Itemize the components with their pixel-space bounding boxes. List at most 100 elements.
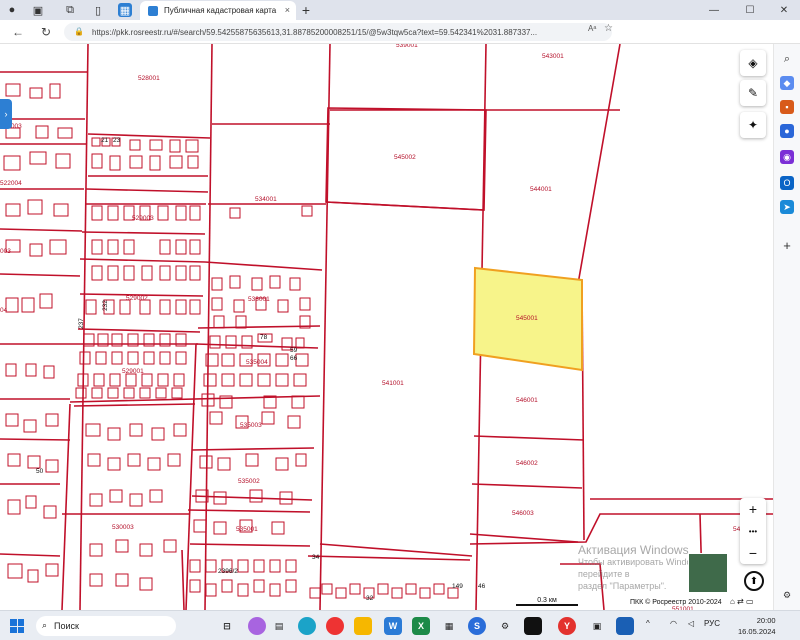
- scale-label: 0.3 км: [537, 597, 557, 604]
- parcel-label[interactable]: 533001: [248, 296, 270, 303]
- parcel-label[interactable]: 546001: [516, 397, 538, 404]
- parcel-label[interactable]: 544001: [530, 186, 552, 193]
- settings-app-icon[interactable]: ⚙: [496, 617, 514, 635]
- parcel-label[interactable]: 522004: [0, 180, 22, 187]
- settings-icon[interactable]: ⚙: [780, 588, 794, 602]
- home-icon[interactable]: ⌂ ⇄ ▭: [730, 597, 754, 606]
- copilot-icon[interactable]: ◆: [780, 76, 794, 90]
- parcel-label[interactable]: 541001: [382, 380, 404, 387]
- search-icon: ⌕: [42, 620, 48, 630]
- browser-navbar: ← ↻ 🔒 https://pkk.rosreestr.ru/#/search/…: [0, 20, 800, 44]
- lot-label: 78: [260, 334, 268, 341]
- ruler-icon[interactable]: ✎: [740, 80, 766, 106]
- zoom-control: + ••• −: [740, 498, 766, 564]
- explorer-app-icon[interactable]: [354, 617, 372, 635]
- close-window-button[interactable]: ✕: [770, 0, 798, 20]
- excel-app-icon[interactable]: X: [412, 617, 430, 635]
- lot-label: 34: [312, 554, 320, 561]
- task-view-icon[interactable]: ⊟: [218, 617, 236, 635]
- parcel-label[interactable]: 546002: [516, 460, 538, 467]
- wifi-icon[interactable]: ◠: [670, 619, 677, 628]
- app-icon[interactable]: ▤: [270, 617, 288, 635]
- add-sidebar-icon[interactable]: +: [780, 238, 794, 253]
- copyright-text: ПКК © Росреестр 2010-2024: [630, 599, 722, 606]
- collections-icon[interactable]: ⧉: [62, 2, 78, 18]
- yandex-app-icon[interactable]: Y: [558, 617, 576, 635]
- skype-app-icon[interactable]: S: [468, 617, 486, 635]
- zoom-out-button[interactable]: −: [740, 542, 766, 564]
- tray-arrow-icon[interactable]: ^: [646, 619, 650, 628]
- terminal-app-icon[interactable]: [524, 617, 542, 635]
- copilot-app-icon[interactable]: [248, 617, 266, 635]
- parcel-label[interactable]: 535003: [240, 422, 262, 429]
- taskbar-lang[interactable]: РУС: [704, 619, 720, 628]
- app-icon[interactable]: ▦: [440, 617, 458, 635]
- side-panel-toggle[interactable]: ›: [0, 99, 12, 129]
- parcel-label[interactable]: 545001: [516, 315, 538, 322]
- windows-start-icon[interactable]: [10, 619, 24, 633]
- favorite-star-icon[interactable]: ☆: [604, 23, 613, 34]
- minimize-button[interactable]: —: [700, 0, 728, 20]
- address-bar[interactable]: 🔒 https://pkk.rosreestr.ru/#/search/59.5…: [64, 23, 612, 41]
- parcel-label[interactable]: 04: [0, 307, 7, 314]
- satellite-minimap[interactable]: [688, 553, 728, 593]
- profile-icon[interactable]: ●: [4, 2, 20, 18]
- volume-icon[interactable]: ◁: [688, 619, 694, 628]
- parcel-label[interactable]: 529003: [132, 215, 154, 222]
- refresh-button[interactable]: ↻: [38, 24, 54, 40]
- lot-label: 46: [478, 583, 486, 590]
- taskbar-clock[interactable]: 20:00 16.05.2024: [738, 615, 776, 637]
- parcel-label[interactable]: 543001: [542, 53, 564, 60]
- send-icon[interactable]: ➤: [780, 200, 794, 214]
- cadastral-map[interactable]: 539001 543001 528001 545002 544001 53400…: [0, 44, 773, 610]
- read-aloud-icon[interactable]: Aᵃ: [588, 24, 596, 33]
- tab-active[interactable]: Публичная кадастровая карта ×: [140, 1, 296, 20]
- layers-icon[interactable]: ◈: [740, 50, 766, 76]
- parcel-label[interactable]: 003: [0, 248, 11, 255]
- compass-icon[interactable]: ⬆: [744, 571, 764, 591]
- parcel-label[interactable]: 529001: [122, 368, 144, 375]
- zoom-more-button[interactable]: •••: [740, 520, 766, 542]
- scale-line: [516, 604, 578, 606]
- tab-favicon-icon[interactable]: ▦: [118, 3, 132, 17]
- parcel-label[interactable]: 535004: [246, 359, 268, 366]
- browser-titlebar: ● ▣ ⧉ ▯ ▦ Публичная кадастровая карта × …: [0, 0, 800, 20]
- lot-label: 237: [77, 318, 85, 329]
- parcel-label[interactable]: 535001: [236, 526, 258, 533]
- word-app-icon[interactable]: W: [384, 617, 402, 635]
- chrome-app-icon[interactable]: [326, 617, 344, 635]
- new-tab-button[interactable]: +: [297, 0, 315, 20]
- target-icon[interactable]: ✦: [740, 112, 766, 138]
- lot-label: 59: [290, 347, 298, 354]
- edge-sidebar: ⌕ ◆ ▪ ● ◉ O ➤ + ⚙: [773, 44, 800, 610]
- back-button[interactable]: ←: [10, 24, 26, 40]
- games-icon[interactable]: ●: [780, 124, 794, 138]
- lot-label: 32: [366, 595, 374, 602]
- zoom-in-button[interactable]: +: [740, 498, 766, 520]
- lot-label: 66: [290, 355, 298, 362]
- app-icon[interactable]: [616, 617, 634, 635]
- office-icon[interactable]: ◉: [780, 150, 794, 164]
- parcel-label[interactable]: 529002: [126, 295, 148, 302]
- tab-close-button[interactable]: ×: [285, 5, 290, 15]
- lot-label: 50: [36, 468, 44, 475]
- maximize-button[interactable]: ☐: [736, 0, 764, 20]
- workspaces-icon[interactable]: ▣: [30, 2, 46, 18]
- search-icon[interactable]: ⌕: [780, 52, 794, 66]
- parcel-label[interactable]: 545002: [394, 154, 416, 161]
- parcel-label[interactable]: 546003: [512, 510, 534, 517]
- taskbar-search[interactable]: ⌕ Поиск: [36, 616, 176, 636]
- lot-label: 23: [113, 137, 121, 144]
- parcel-label[interactable]: 528001: [138, 75, 160, 82]
- parcel-label[interactable]: 530003: [112, 524, 134, 531]
- windows-taskbar: ⌕ Поиск ⊟ ▤ W X ▦ S ⚙ Y ▣ ^ ◠ ◁ РУС 20:0…: [0, 610, 800, 640]
- parcel-label[interactable]: 534001: [255, 196, 277, 203]
- parcel-label[interactable]: 539001: [396, 44, 418, 49]
- app-icon[interactable]: ▣: [588, 617, 606, 635]
- edge-app-icon[interactable]: [298, 617, 316, 635]
- outlook-icon[interactable]: O: [780, 176, 794, 190]
- parcel-label[interactable]: 535002: [238, 478, 260, 485]
- scale-bar: 0.3 км: [516, 597, 578, 606]
- page-icon[interactable]: ▯: [90, 2, 106, 18]
- tools-icon[interactable]: ▪: [780, 100, 794, 114]
